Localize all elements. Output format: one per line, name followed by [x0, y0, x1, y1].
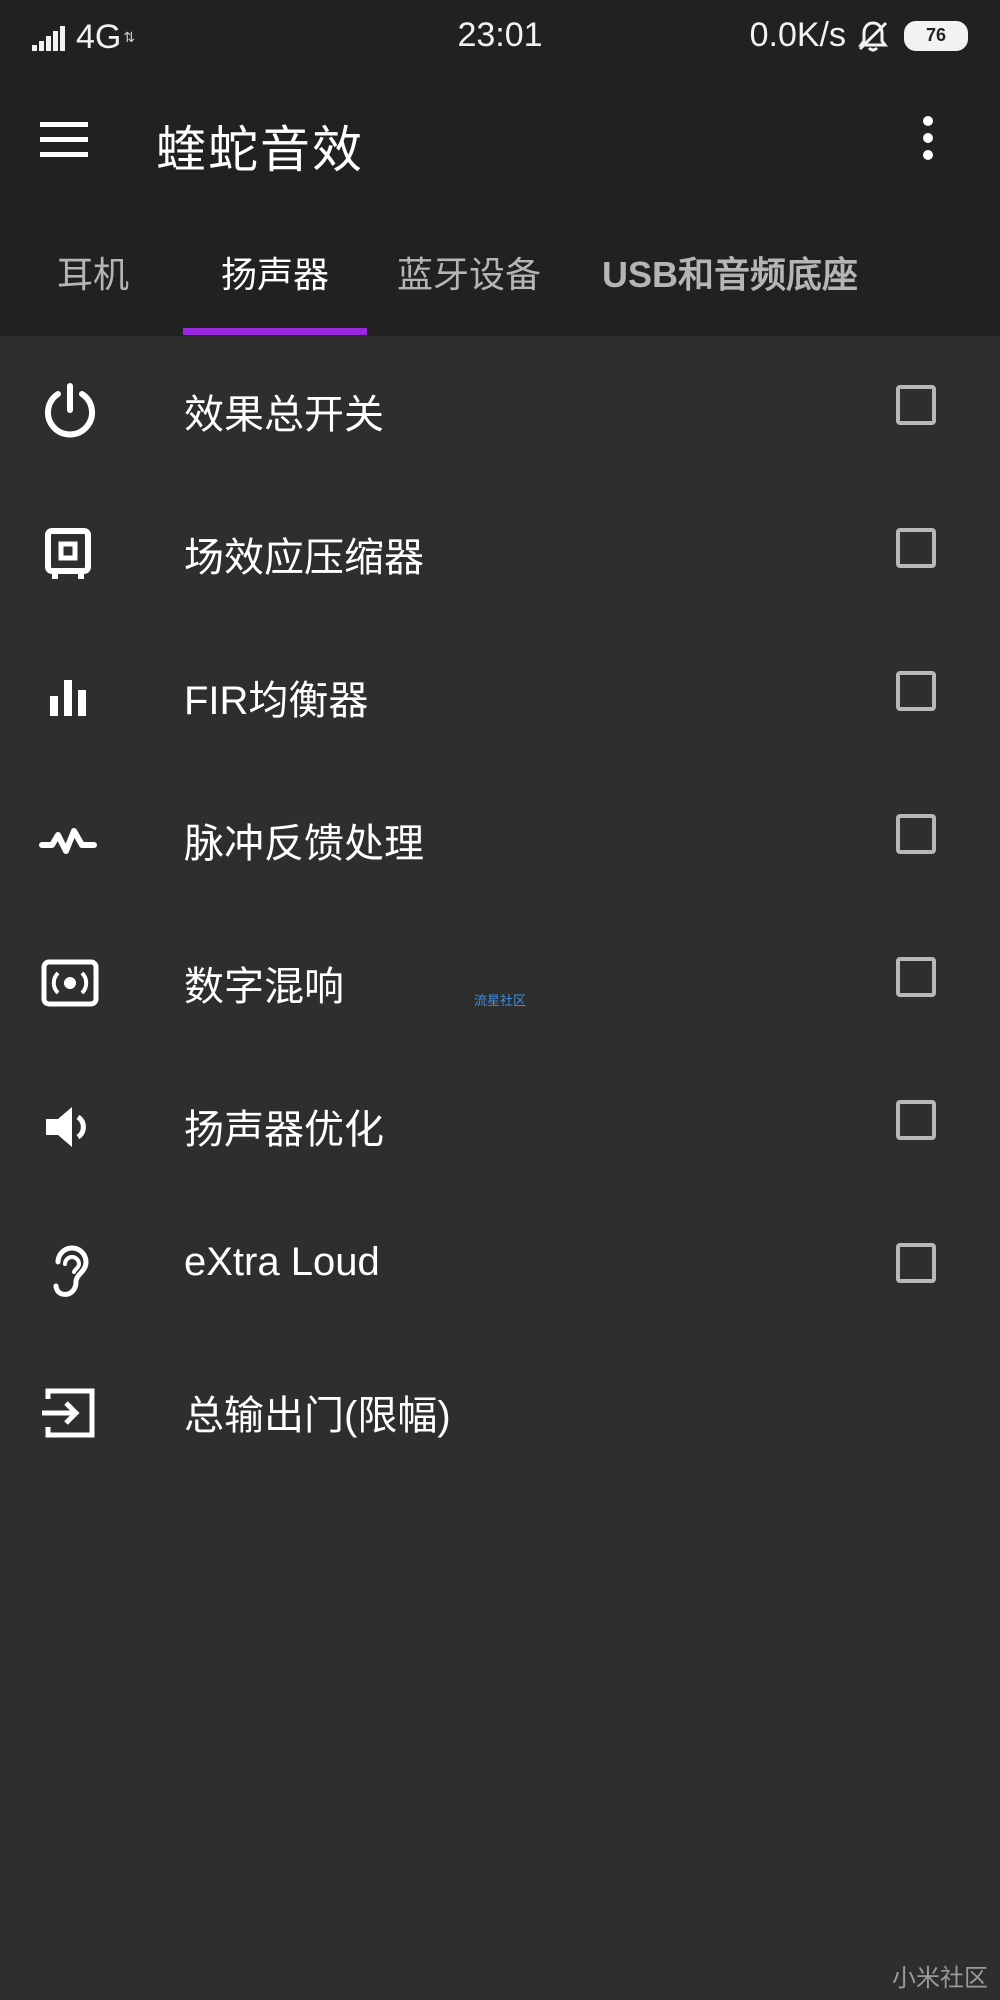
checkbox[interactable]: [896, 385, 936, 425]
item-label: 脉冲反馈处理: [184, 822, 424, 866]
checkbox[interactable]: [896, 671, 936, 711]
list-item[interactable]: 效果总开关: [0, 336, 1000, 479]
reverb-icon: [41, 959, 99, 1007]
output-icon: [42, 1388, 95, 1438]
item-label: 扬声器优化: [184, 1108, 384, 1152]
equalizer-icon: [50, 680, 86, 716]
item-label: 效果总开关: [184, 393, 384, 437]
checkbox[interactable]: [896, 1100, 936, 1140]
list-item[interactable]: 脉冲反馈处理: [0, 765, 1000, 908]
tab-label: USB和音频底座: [601, 254, 858, 295]
checkbox[interactable]: [896, 957, 936, 997]
watermark-bottom: 小米社区: [892, 1965, 988, 1992]
item-label: 总输出门(限幅): [184, 1394, 451, 1438]
item-label: 数字混响: [184, 965, 344, 1009]
ear-icon: [53, 1245, 89, 1297]
list-item[interactable]: 场效应压缩器: [0, 479, 1000, 622]
watermark-center: 流星社区: [474, 993, 527, 1008]
checkbox[interactable]: [896, 814, 936, 854]
bell-muted-icon: [858, 20, 888, 51]
item-label: eXtra Loud: [184, 1240, 380, 1284]
list-item[interactable]: 总输出门(限幅): [0, 1337, 1000, 1480]
tab-label: 耳机: [56, 254, 129, 295]
power-icon: [45, 383, 95, 438]
battery-icon: 76: [904, 20, 968, 51]
item-label: 场效应压缩器: [184, 536, 424, 580]
network-speed: 0.0K/s: [749, 16, 846, 54]
pulse-icon: [39, 828, 97, 854]
status-right: 0.0K/s 76: [750, 16, 968, 55]
tab-bluetooth[interactable]: 蓝牙设备: [384, 216, 554, 334]
list-item[interactable]: eXtra Loud: [0, 1194, 1000, 1337]
tab-label: 蓝牙设备: [396, 254, 541, 295]
menu-button[interactable]: [40, 120, 104, 176]
app-title: 蝰蛇音效: [156, 122, 364, 178]
list-item[interactable]: FIR均衡器: [0, 622, 1000, 765]
battery-level: 76: [925, 25, 947, 45]
checkbox[interactable]: [896, 528, 936, 568]
status-bar: 4G ⇅ 23:01 0.0K/s 76: [0, 0, 1000, 72]
checkbox[interactable]: [896, 1243, 936, 1283]
tab-label: 扬声器: [220, 254, 329, 295]
effects-list: 效果总开关 场效应压缩器 FIR均衡器 脉冲反馈处理 数字混响 扬声器优化 eX…: [0, 336, 1000, 1480]
list-item[interactable]: 数字混响: [0, 908, 1000, 1051]
tab-indicator: [183, 328, 367, 335]
speaker-icon: [46, 1107, 86, 1147]
more-options-button[interactable]: [916, 116, 972, 180]
list-item[interactable]: 扬声器优化: [0, 1051, 1000, 1194]
tab-usb-dock[interactable]: USB和音频底座: [590, 216, 870, 334]
compressor-icon: [45, 528, 91, 579]
hamburger-icon: [40, 122, 88, 157]
more-vert-icon: [923, 116, 933, 160]
tab-headphones[interactable]: 耳机: [28, 216, 158, 334]
tab-speaker[interactable]: 扬声器: [183, 216, 367, 334]
item-label: FIR均衡器: [184, 679, 369, 723]
